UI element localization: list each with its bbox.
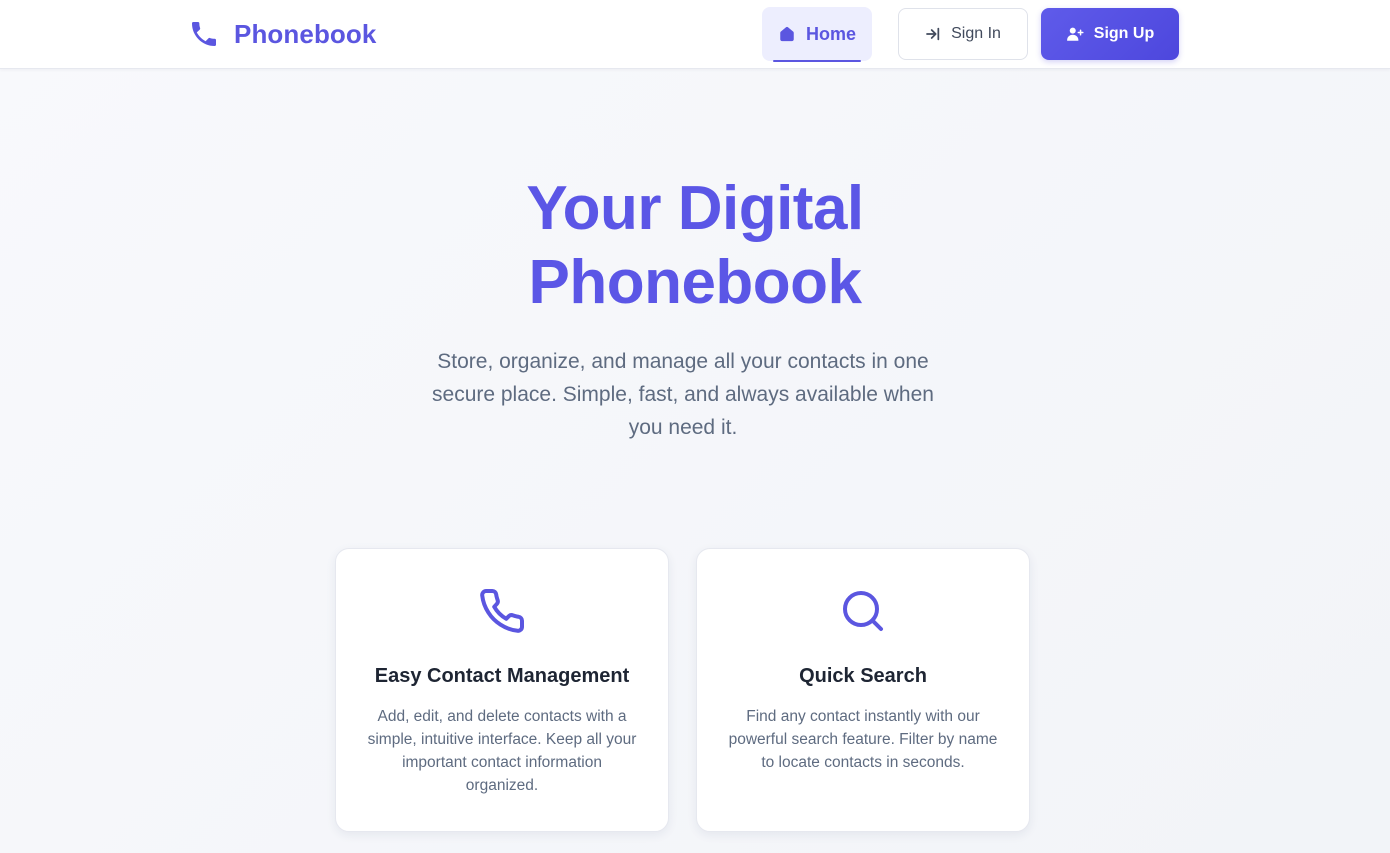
feature-description: Find any contact instantly with our powe… [728,708,998,771]
phone-icon [188,18,220,50]
user-plus-icon [1066,25,1084,43]
top-navbar: Phonebook Home Sign In Sign Up [0,0,1390,69]
nav-home-label: Home [805,23,856,44]
sign-in-label: Sign In [951,25,1001,42]
search-icon [839,587,887,635]
feature-title: Quick Search [799,665,927,687]
sign-in-button[interactable]: Sign In [898,8,1028,60]
brand-name: Phonebook [234,18,377,49]
hero-title: Your Digital Phonebook [395,172,995,320]
feature-card-contact-management: Easy Contact Management Add, edit, and d… [335,548,669,832]
hero-title-line-1: Your Digital [526,174,864,243]
sign-up-label: Sign Up [1093,25,1155,42]
brand-logo-link[interactable]: Phonebook [188,16,376,52]
hero-subtitle: Store, organize, and manage all your con… [432,350,934,439]
hero-title-line-2: Phonebook [528,248,862,317]
home-icon [778,25,796,43]
feature-title: Easy Contact Management [374,665,630,687]
phone-icon [478,587,526,635]
nav-home-link[interactable]: Home [762,7,872,62]
sign-in-icon [925,26,941,42]
feature-card-quick-search: Quick Search Find any contact instantly … [696,548,1030,832]
sign-up-button[interactable]: Sign Up [1041,8,1179,60]
feature-description: Add, edit, and delete contacts with a si… [367,708,637,794]
